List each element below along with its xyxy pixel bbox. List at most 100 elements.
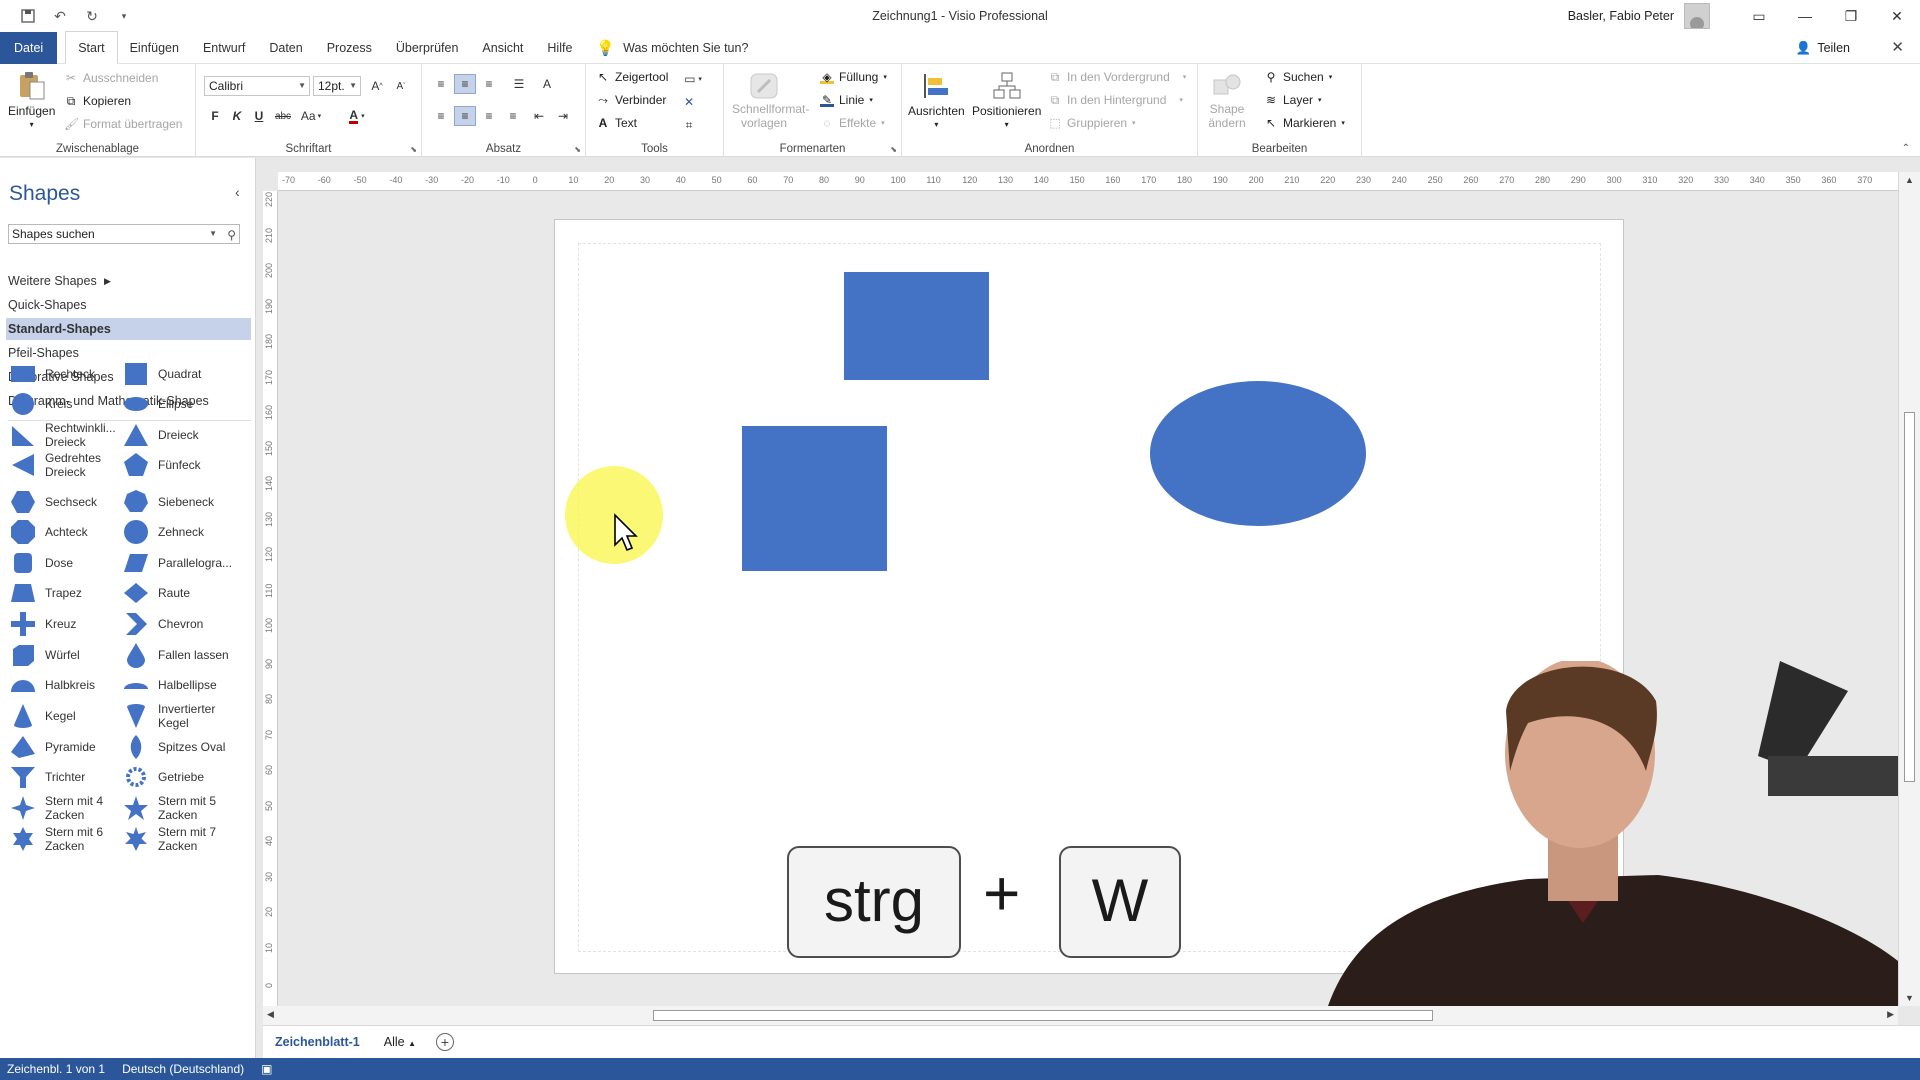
horizontal-scroll-thumb[interactable] xyxy=(653,1010,1433,1021)
close-icon[interactable]: ✕ xyxy=(1891,32,1904,64)
vertical-scroll-thumb[interactable] xyxy=(1904,412,1915,782)
ribbon-display-options-icon[interactable]: ▭ xyxy=(1736,0,1782,32)
pointer-tool-button[interactable]: ↖ Zeigertool xyxy=(596,70,668,84)
align-top-icon[interactable]: ≡ xyxy=(430,74,452,94)
shape-item-trichter[interactable]: Trichter xyxy=(10,760,125,794)
dialog-launcher-icon[interactable]: ⬊ xyxy=(410,145,417,154)
font-size-select[interactable]: 12pt. ▼ xyxy=(313,76,361,96)
layer-button[interactable]: ≋ Layer ▾ xyxy=(1264,93,1322,107)
shape-item-zehneck[interactable]: Zehneck xyxy=(123,515,238,549)
shape-item-stern-mit-4-zacken[interactable]: Stern mit 4 Zacken xyxy=(10,791,125,825)
text-button[interactable]: A Text xyxy=(596,116,637,130)
shape-item-chevron[interactable]: Chevron xyxy=(123,607,238,641)
quick-styles-button[interactable]: Schnellformat-vorlagen xyxy=(732,70,809,130)
ellipse-shape[interactable] xyxy=(1150,381,1366,526)
shape-item-kreuz[interactable]: Kreuz xyxy=(10,607,125,641)
justify-icon[interactable]: ≡ xyxy=(502,106,524,126)
shape-item-spitzes-oval[interactable]: Spitzes Oval xyxy=(123,730,238,764)
strikethrough-button[interactable]: abc xyxy=(272,106,294,126)
drawing-canvas[interactable]: strg + W xyxy=(278,191,1898,1006)
increase-indent-icon[interactable]: ⇥ xyxy=(552,106,574,126)
tab-process[interactable]: Prozess xyxy=(315,32,384,64)
shape-item-getriebe[interactable]: Getriebe xyxy=(123,760,238,794)
shape-item-ellipse[interactable]: Ellipse xyxy=(123,387,238,421)
scroll-up-icon[interactable]: ▲ xyxy=(1905,175,1914,185)
shape-item-stern-mit-5-zacken[interactable]: Stern mit 5 Zacken xyxy=(123,791,238,825)
shape-item-kreis[interactable]: Kreis xyxy=(10,387,125,421)
shape-item-stern-mit-6-zacken[interactable]: Stern mit 6 Zacken xyxy=(10,822,125,856)
grow-font-button[interactable]: A ^ xyxy=(366,76,388,96)
square-shape-2[interactable] xyxy=(742,426,887,571)
stencil-standard-shapes[interactable]: Standard-Shapes xyxy=(6,318,251,340)
sheet-tab-all[interactable]: Alle ▲ xyxy=(372,1026,428,1059)
bold-button[interactable]: F xyxy=(204,106,226,126)
shape-item-fallen-lassen[interactable]: Fallen lassen xyxy=(123,638,238,672)
shape-item-halbkreis[interactable]: Halbkreis xyxy=(10,668,125,702)
shape-item-quadrat[interactable]: Quadrat xyxy=(123,357,238,391)
shrink-font-button[interactable]: Aˇ xyxy=(390,76,412,96)
align-right-icon[interactable]: ≡ xyxy=(478,106,500,126)
change-shape-button[interactable]: Shape ändern xyxy=(1204,70,1250,130)
change-case-button[interactable]: Aa ▾ xyxy=(296,106,326,126)
underline-button[interactable]: U xyxy=(248,106,270,126)
tab-data[interactable]: Daten xyxy=(257,32,314,64)
shape-item-gedrehtes-dreieck[interactable]: Gedrehtes Dreieck xyxy=(10,448,125,482)
close-window-icon[interactable]: ✕ xyxy=(1874,0,1920,32)
shape-item-raute[interactable]: Raute xyxy=(123,576,238,610)
square-shape-1[interactable] xyxy=(844,272,989,380)
align-center-icon[interactable]: ≡ xyxy=(454,106,476,126)
rectangle-tool-icon[interactable]: ▭ ▾ xyxy=(678,69,708,89)
share-button[interactable]: 👤 Teilen xyxy=(1796,32,1850,64)
shape-item-trapez[interactable]: Trapez xyxy=(10,576,125,610)
status-page[interactable]: Zeichenbl. 1 von 1 xyxy=(7,1062,105,1076)
shape-item-dreieck[interactable]: Dreieck xyxy=(123,418,238,452)
effects-button[interactable]: ◌ Effekte ▾ xyxy=(820,116,884,130)
tab-view[interactable]: Ansicht xyxy=(470,32,535,64)
scroll-right-icon[interactable]: ▶ xyxy=(1887,1009,1894,1020)
tab-file[interactable]: Datei xyxy=(0,31,58,64)
connection-point-icon[interactable]: ✕ xyxy=(678,92,700,112)
sheet-tab-current[interactable]: Zeichenblatt-1 xyxy=(263,1026,372,1059)
align-bottom-icon[interactable]: ≡ xyxy=(478,74,500,94)
copy-button[interactable]: ⧉ Kopieren xyxy=(64,94,131,108)
select-button[interactable]: ↖ Markieren ▾ xyxy=(1264,116,1345,130)
connector-button[interactable]: ⤳ Verbinder xyxy=(596,93,666,107)
decrease-indent-icon[interactable]: ⇤ xyxy=(528,106,550,126)
bullets-icon[interactable]: ☰ xyxy=(508,74,530,94)
fill-button[interactable]: ◈ Füllung ▾ xyxy=(820,70,887,84)
cut-button[interactable]: ✂ Ausschneiden xyxy=(64,71,158,85)
shape-item-rechtwinkli-dreieck[interactable]: Rechtwinkli... Dreieck xyxy=(10,418,125,452)
shape-item-fuenfeck[interactable]: Fünfeck xyxy=(123,448,238,482)
crop-icon[interactable]: ⌗ xyxy=(678,115,700,135)
shape-item-sechseck[interactable]: Sechseck xyxy=(10,485,125,519)
add-sheet-button[interactable]: + xyxy=(436,1033,454,1051)
status-language[interactable]: Deutsch (Deutschland) xyxy=(122,1062,244,1076)
restore-icon[interactable]: ❐ xyxy=(1828,0,1874,32)
font-color-button[interactable]: A ▾ xyxy=(342,106,372,126)
line-button[interactable]: ✎ Linie ▾ xyxy=(820,93,873,107)
shape-item-achteck[interactable]: Achteck xyxy=(10,515,125,549)
collapse-pane-icon[interactable]: ‹ xyxy=(235,184,240,200)
save-icon[interactable] xyxy=(14,2,42,30)
shape-item-wuerfel[interactable]: Würfel xyxy=(10,638,125,672)
stencil-more-shapes[interactable]: Weitere Shapes ▶ xyxy=(8,270,251,292)
tab-insert[interactable]: Einfügen xyxy=(118,32,191,64)
minimize-icon[interactable]: — xyxy=(1782,0,1828,32)
bring-to-front-button[interactable]: ⧉ In den Vordergrund ▾ xyxy=(1048,70,1187,84)
text-direction-icon[interactable]: A xyxy=(536,74,558,94)
undo-icon[interactable]: ↶ xyxy=(46,2,74,30)
dialog-launcher-icon[interactable]: ⬊ xyxy=(890,145,897,154)
customize-qat-icon[interactable]: ▾ xyxy=(110,2,138,30)
stencil-quick-shapes[interactable]: Quick-Shapes xyxy=(8,294,251,316)
search-icon[interactable]: ⚲ xyxy=(227,226,236,244)
tab-design[interactable]: Entwurf xyxy=(191,32,257,64)
shape-item-pyramide[interactable]: Pyramide xyxy=(10,730,125,764)
send-to-back-button[interactable]: ⧉ In den Hintergrund ▾ xyxy=(1048,93,1183,107)
shape-item-parallelogra[interactable]: Parallelogra... xyxy=(123,546,238,580)
shape-item-kegel[interactable]: Kegel xyxy=(10,699,125,733)
tab-start[interactable]: Start xyxy=(65,31,118,64)
italic-button[interactable]: K xyxy=(226,106,248,126)
tab-help[interactable]: Hilfe xyxy=(535,32,584,64)
user-account[interactable]: Basler, Fabio Peter xyxy=(1568,0,1710,32)
shape-item-halbellipse[interactable]: Halbellipse xyxy=(123,668,238,702)
